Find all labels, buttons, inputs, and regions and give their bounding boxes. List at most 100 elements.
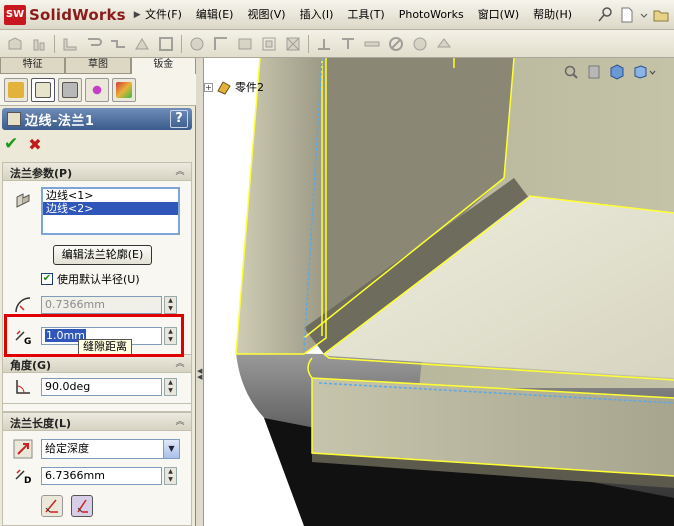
splitter-arrows-icon[interactable]: ◀ ◀ (197, 368, 202, 381)
flange-angle-field[interactable]: 90.0deg (41, 378, 162, 396)
toolbar-divider (54, 34, 55, 53)
property-manager-panel: 特征 草图 钣金 边线-法兰1 ? ✔ ✖ 法兰参数(P) ︽ 边线<1> 边线… (0, 58, 196, 526)
configuration-icon (62, 81, 78, 98)
menu-quick-tools (596, 3, 674, 27)
outer-virtual-sharp-button[interactable] (41, 495, 63, 517)
flange-length-header[interactable]: 法兰长度(L) ︽ (3, 413, 191, 431)
pin-icon[interactable] (596, 6, 614, 24)
chevron-down-icon[interactable]: ▼ (163, 440, 179, 458)
forming-tool-icon[interactable] (387, 35, 405, 53)
flange-length-field[interactable]: 6.7366mm (41, 467, 162, 485)
flange-length-group: 法兰长度(L) ︽ 给定深度 ▼ D 6.7366mm ▲ ▼ (2, 412, 192, 526)
property-manager-button[interactable] (31, 77, 55, 102)
part-icon (217, 81, 231, 95)
menu-help[interactable]: 帮助(H) (526, 0, 579, 30)
break-corner-icon[interactable] (212, 35, 230, 53)
angle-header[interactable]: 角度(G) ︽ (3, 355, 191, 373)
left-wall (236, 58, 326, 354)
help-button[interactable]: ? (170, 110, 188, 128)
heads-up-view-toolbar (556, 64, 656, 80)
menu-insert[interactable]: 插入(I) (293, 0, 341, 30)
tab-features[interactable]: 特征 (0, 58, 66, 74)
jog-icon[interactable] (109, 35, 127, 53)
new-document-icon[interactable] (618, 6, 636, 24)
display-manager-icon (116, 81, 132, 98)
expand-icon[interactable]: + (204, 82, 213, 92)
flange-length-title: 法兰长度(L) (10, 417, 72, 430)
ok-button[interactable]: ✔ (4, 134, 18, 154)
use-default-radius-row: ✔ 使用默认半径(U) (41, 271, 140, 287)
app-logo[interactable]: SW SolidWorks ▶ (4, 4, 141, 26)
toolbar-divider (308, 34, 309, 53)
cancel-button[interactable]: ✖ (28, 135, 41, 154)
end-condition-dropdown[interactable]: 给定深度 ▼ (41, 439, 180, 459)
fold-icon[interactable] (315, 35, 333, 53)
sketched-bend-icon[interactable] (133, 35, 151, 53)
list-item-selected[interactable]: 边线<2> (43, 202, 178, 215)
graphics-viewport[interactable]: + 零件2 (204, 58, 674, 526)
rip-icon[interactable] (236, 35, 254, 53)
panel-splitter[interactable]: ◀ ◀ (196, 58, 204, 526)
flange-angle-spinner[interactable]: ▲ ▼ (164, 378, 177, 396)
flange-angle-icon (16, 380, 30, 394)
convert-to-sheet-metal-icon[interactable] (435, 35, 453, 53)
insert-bends-icon[interactable] (260, 35, 278, 53)
display-manager-button[interactable] (112, 77, 136, 102)
reverse-direction-icon[interactable] (13, 439, 33, 459)
vent-icon[interactable] (411, 35, 429, 53)
collapse-icon[interactable]: ︽ (174, 416, 186, 428)
no-bends-icon[interactable] (284, 35, 302, 53)
feature-manager-button[interactable] (4, 77, 28, 102)
chevron-down-icon[interactable] (640, 6, 648, 24)
command-manager-tabs: 特征 草图 钣金 (0, 58, 196, 74)
use-default-radius-checkbox[interactable]: ✔ (41, 273, 53, 285)
zoom-to-fit-icon[interactable] (563, 64, 579, 80)
hem-icon[interactable] (85, 35, 103, 53)
dimxpert-manager-button[interactable] (85, 77, 109, 102)
solidworks-logo-icon: SW (4, 5, 26, 25)
tab-sketch[interactable]: 草图 (65, 58, 131, 74)
closed-corner-icon[interactable] (157, 35, 175, 53)
feature-tree-icon (8, 81, 24, 98)
display-style-icon[interactable] (632, 64, 648, 80)
outer-virtual-sharp-icon (45, 499, 58, 513)
flange-length-spinner[interactable]: ▲ ▼ (164, 467, 177, 485)
view-orientation-icon[interactable] (609, 64, 625, 80)
bend-radius-field: 0.7366mm (41, 296, 162, 314)
configuration-manager-button[interactable] (58, 77, 82, 102)
inner-virtual-sharp-button[interactable] (71, 495, 93, 517)
menu-view[interactable]: 视图(V) (240, 0, 292, 30)
miter-flange-icon[interactable] (30, 35, 48, 53)
edge-selection-icon (16, 193, 30, 208)
list-item[interactable]: 边线<1> (43, 189, 178, 202)
edit-flange-profile-button[interactable]: 编辑法兰轮廓(E) (53, 245, 152, 265)
collapse-icon[interactable]: ︽ (174, 166, 186, 178)
manager-icon-row (0, 74, 196, 106)
menu-tools[interactable]: 工具(T) (340, 0, 391, 30)
chevron-down-icon[interactable] (649, 64, 656, 80)
menu-edit[interactable]: 编辑(E) (189, 0, 241, 30)
flange-parameters-header[interactable]: 法兰参数(P) ︽ (3, 163, 191, 181)
collapse-icon[interactable]: ︽ (174, 358, 186, 370)
feature-toolbar (0, 30, 674, 58)
end-condition-value: 给定深度 (45, 442, 89, 455)
menu-photoworks[interactable]: PhotoWorks (392, 0, 471, 30)
flatten-icon[interactable] (363, 35, 381, 53)
model-render[interactable] (204, 58, 674, 526)
base-flange-icon[interactable] (6, 35, 24, 53)
unfold-icon[interactable] (339, 35, 357, 53)
section-view-icon[interactable] (586, 64, 602, 80)
edge-selection-list[interactable]: 边线<1> 边线<2> (41, 187, 180, 235)
edge-flange-icon[interactable] (61, 35, 79, 53)
gap-distance-highlight-box (4, 314, 184, 357)
menu-file[interactable]: 文件(F) (138, 0, 189, 30)
bend-radius-spinner: ▲ ▼ (164, 296, 177, 314)
toolbar-divider (181, 34, 182, 53)
welded-corner-icon[interactable] (188, 35, 206, 53)
open-folder-icon[interactable] (652, 6, 670, 24)
feature-tree-flyout[interactable]: + 零件2 (204, 78, 264, 96)
tab-sheet-metal[interactable]: 钣金 (130, 58, 196, 74)
length-icon-letter: D (24, 476, 31, 485)
menu-window[interactable]: 窗口(W) (471, 0, 526, 30)
flange-parameters-title: 法兰参数(P) (10, 167, 73, 180)
